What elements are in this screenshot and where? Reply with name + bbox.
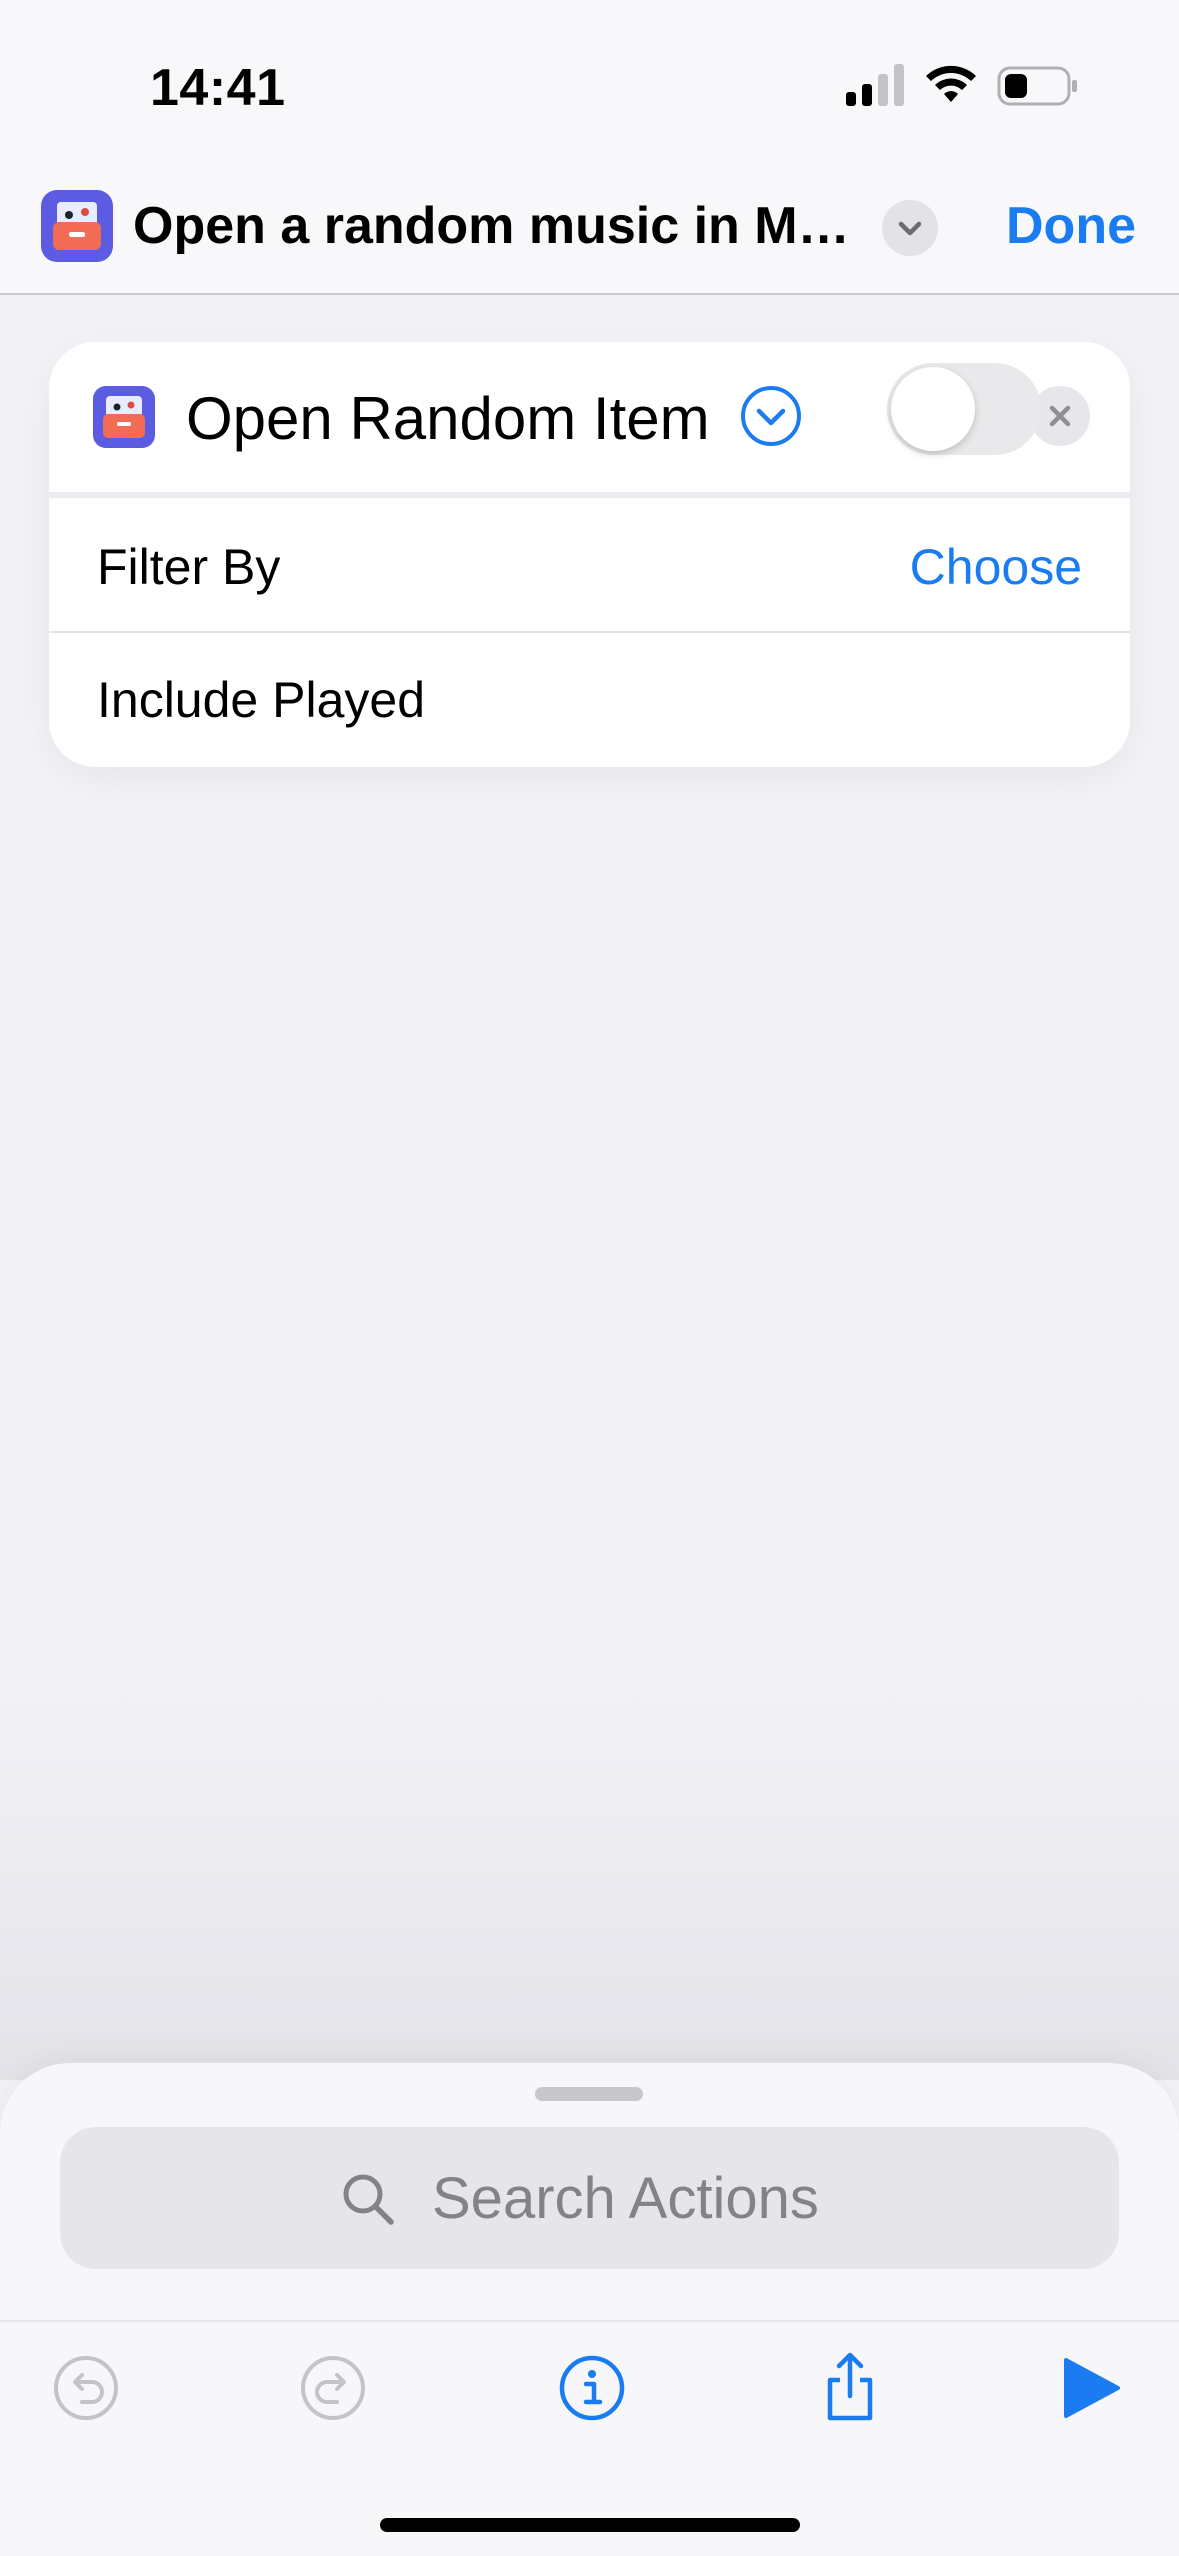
sheet-shadow xyxy=(0,1660,1179,2080)
wifi-icon xyxy=(926,65,976,102)
music-app-icon xyxy=(93,386,155,448)
action-title: Open Random Item xyxy=(186,385,710,452)
toggle-knob xyxy=(891,367,975,451)
home-indicator xyxy=(380,2518,800,2532)
include-played-label: Include Played xyxy=(97,672,426,728)
undo-icon[interactable] xyxy=(50,2352,122,2424)
expand-options-icon[interactable] xyxy=(739,384,803,448)
status-time: 14:41 xyxy=(150,59,286,117)
battery-icon xyxy=(997,66,1077,106)
chevron-down-icon xyxy=(898,221,922,236)
play-icon[interactable] xyxy=(1054,2352,1126,2424)
info-icon[interactable] xyxy=(556,2352,628,2424)
choose-filter-button[interactable]: Choose xyxy=(910,538,1082,596)
filter-by-label: Filter By xyxy=(97,539,281,595)
search-actions-field[interactable]: Search Actions xyxy=(60,2127,1119,2269)
title-menu-button[interactable] xyxy=(882,200,938,256)
toolbar-divider xyxy=(0,2320,1179,2322)
share-icon[interactable] xyxy=(814,2352,886,2424)
cellular-signal-icon xyxy=(846,64,904,106)
search-icon xyxy=(343,2174,394,2225)
include-played-toggle[interactable] xyxy=(887,363,1041,455)
sheet-grabber[interactable] xyxy=(535,2087,643,2101)
shortcut-title[interactable]: Open a random music in Mu… xyxy=(133,196,853,256)
include-played-row: Include Played xyxy=(49,633,1130,767)
redo-icon[interactable] xyxy=(297,2352,369,2424)
done-button[interactable]: Done xyxy=(1006,196,1136,256)
search-placeholder: Search Actions xyxy=(432,2166,819,2231)
shortcut-app-icon[interactable] xyxy=(41,190,113,262)
filter-by-row[interactable]: Filter By Choose xyxy=(49,498,1130,633)
